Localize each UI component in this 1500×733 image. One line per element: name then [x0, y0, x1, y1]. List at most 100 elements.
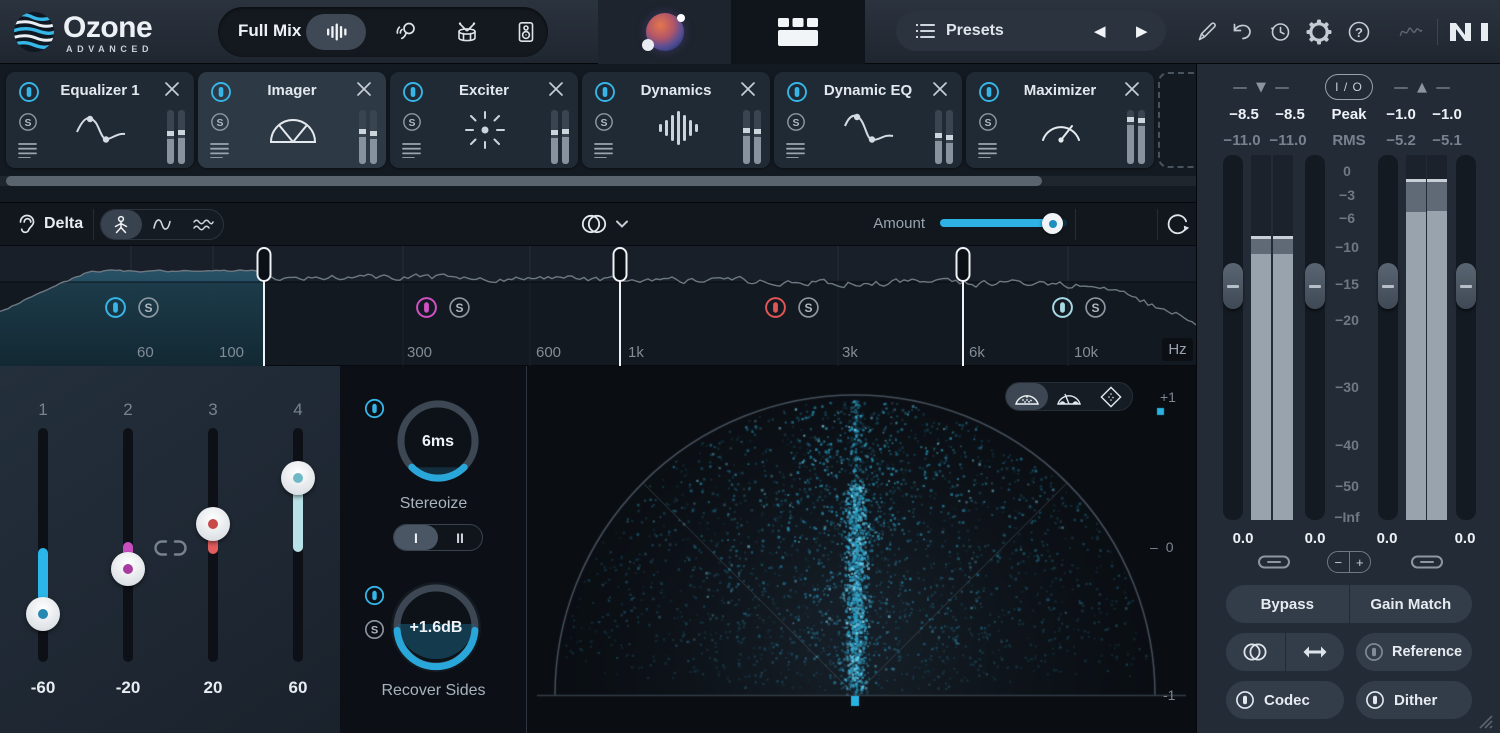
output-gain-l-handle[interactable] — [1378, 263, 1398, 309]
output-gain-link-icon[interactable] — [1410, 553, 1444, 571]
module-solo-icon[interactable]: S — [978, 112, 998, 132]
input-gain-l-handle[interactable] — [1223, 263, 1243, 309]
module-card-maximizer[interactable]: MaximizerS — [966, 72, 1154, 168]
output-gain-r-handle[interactable] — [1456, 263, 1476, 309]
dither-button[interactable]: Dither — [1394, 681, 1472, 719]
input-gain-nudge[interactable]: ▼ — [1233, 80, 1289, 95]
module-solo-icon[interactable]: S — [786, 112, 806, 132]
source-mode-waveform[interactable] — [306, 14, 366, 50]
link-sliders-icon[interactable] — [152, 538, 189, 558]
module-close-icon[interactable] — [932, 81, 948, 97]
crossover-handle[interactable] — [957, 248, 970, 281]
module-solo-icon[interactable]: S — [402, 112, 422, 132]
vectorscope-display[interactable] — [527, 366, 1196, 733]
help-icon[interactable]: ? — [1346, 19, 1372, 45]
band-1-power-icon[interactable] — [104, 296, 127, 319]
dither-power-icon[interactable] — [1356, 681, 1394, 719]
module-card-exciter[interactable]: ExciterS — [390, 72, 578, 168]
display-mode-polar-figure[interactable] — [101, 210, 142, 239]
module-menu-icon[interactable] — [402, 142, 421, 158]
chain-scrollbar-thumb[interactable] — [6, 176, 1042, 186]
io-toggle-button[interactable]: I / O — [1325, 74, 1373, 100]
band-1-solo-icon[interactable]: S — [137, 296, 160, 319]
source-mode-drums[interactable] — [437, 14, 497, 50]
stereoize-power-icon[interactable] — [364, 398, 385, 419]
module-menu-icon[interactable] — [978, 142, 997, 158]
source-mode-vocal[interactable] — [378, 14, 438, 50]
add-module-slot[interactable] — [1158, 72, 1196, 168]
tab-master-assistant[interactable] — [598, 0, 731, 64]
band-3-solo-icon[interactable]: S — [797, 296, 820, 319]
band-2-power-icon[interactable] — [415, 296, 438, 319]
history-icon[interactable] — [1267, 19, 1293, 45]
module-solo-icon[interactable]: S — [18, 112, 38, 132]
stereo-circles-button[interactable] — [1226, 633, 1285, 671]
module-menu-icon[interactable] — [594, 142, 613, 158]
stereoize-mode-1[interactable]: I — [394, 525, 438, 550]
display-mode-sine-wave[interactable] — [142, 210, 183, 239]
zoom-out-button[interactable]: − — [1328, 552, 1350, 572]
recover-sides-solo-icon[interactable]: S — [364, 619, 385, 640]
bypass-button[interactable]: Bypass — [1226, 585, 1349, 623]
stereoize-knob[interactable]: 6ms — [390, 393, 486, 489]
resize-grip[interactable] — [1476, 713, 1494, 729]
undo-icon[interactable] — [1229, 19, 1255, 45]
band-4-power-icon[interactable] — [1051, 296, 1074, 319]
mode-lissajous[interactable] — [1090, 383, 1132, 410]
module-menu-icon[interactable] — [18, 142, 37, 158]
band-3-slider-handle[interactable] — [196, 507, 230, 541]
crossover-handle[interactable] — [258, 248, 271, 281]
preset-next-button[interactable]: ▶ — [1136, 22, 1148, 40]
module-card-imager[interactable]: ImagerS — [198, 72, 386, 168]
recover-sides-power-icon[interactable] — [364, 585, 385, 606]
stereoize-mode-2[interactable]: II — [438, 525, 482, 550]
gain-match-button[interactable]: Gain Match — [1350, 585, 1473, 623]
reference-button[interactable]: Reference — [1392, 633, 1472, 671]
source-mode-speaker[interactable] — [496, 14, 556, 50]
source-label[interactable]: Full Mix — [238, 21, 301, 41]
module-menu-icon[interactable] — [786, 142, 805, 158]
amount-slider-handle[interactable] — [1042, 213, 1063, 234]
module-solo-icon[interactable]: S — [210, 112, 230, 132]
module-card-dynamics[interactable]: DynamicsS — [582, 72, 770, 168]
codec-power-icon[interactable] — [1226, 681, 1264, 719]
settings-gear-icon[interactable] — [1306, 19, 1332, 45]
module-close-icon[interactable] — [740, 81, 756, 97]
zoom-in-button[interactable]: + — [1350, 552, 1371, 572]
input-gain-r-handle[interactable] — [1305, 263, 1325, 309]
module-close-icon[interactable] — [164, 81, 180, 97]
output-gain-r-fader-track[interactable] — [1456, 155, 1476, 520]
module-menu-icon[interactable] — [210, 142, 229, 158]
channel-swap-button[interactable] — [1286, 633, 1345, 671]
band-4-solo-icon[interactable]: S — [1084, 296, 1107, 319]
reference-power-icon[interactable] — [1356, 633, 1392, 671]
crossover-handle[interactable] — [614, 248, 627, 281]
band-2-slider-handle[interactable] — [111, 552, 145, 586]
presets-bar[interactable]: Presets ◀ ▶ — [896, 11, 1166, 51]
freq-unit-badge[interactable]: Hz — [1162, 338, 1193, 361]
mode-polar-sample[interactable] — [1006, 383, 1048, 410]
delta-label[interactable]: Delta — [44, 215, 83, 233]
input-gain-r-fader-track[interactable] — [1305, 155, 1325, 520]
stereoize-mode-toggle[interactable]: I II — [393, 524, 483, 551]
module-solo-icon[interactable]: S — [594, 112, 614, 132]
band-1-slider-handle[interactable] — [26, 597, 60, 631]
module-close-icon[interactable] — [356, 81, 372, 97]
output-gain-l-fader-track[interactable] — [1378, 155, 1398, 520]
output-gain-nudge[interactable]: ▲ — [1394, 80, 1450, 95]
stereo-mode-dropdown[interactable] — [578, 212, 628, 236]
module-card-dynamic-eq[interactable]: Dynamic EQS — [774, 72, 962, 168]
recover-sides-knob[interactable]: +1.6dB — [384, 575, 488, 679]
module-card-equalizer-1[interactable]: Equalizer 1S — [6, 72, 194, 168]
module-close-icon[interactable] — [1124, 81, 1140, 97]
tab-modules[interactable] — [731, 0, 865, 64]
band-2-solo-icon[interactable]: S — [448, 296, 471, 319]
display-mode-scribble-waves[interactable] — [182, 210, 223, 239]
reset-circular-arrow-icon[interactable] — [1165, 212, 1191, 238]
pencil-icon[interactable] — [1194, 19, 1220, 45]
crossover-spectrum[interactable]: Hz SSSS601003006001k3k6k10k — [0, 246, 1196, 366]
preset-prev-button[interactable]: ◀ — [1094, 22, 1106, 40]
module-close-icon[interactable] — [548, 81, 564, 97]
codec-button[interactable]: Codec — [1264, 681, 1344, 719]
mode-polar-level[interactable] — [1048, 383, 1090, 410]
